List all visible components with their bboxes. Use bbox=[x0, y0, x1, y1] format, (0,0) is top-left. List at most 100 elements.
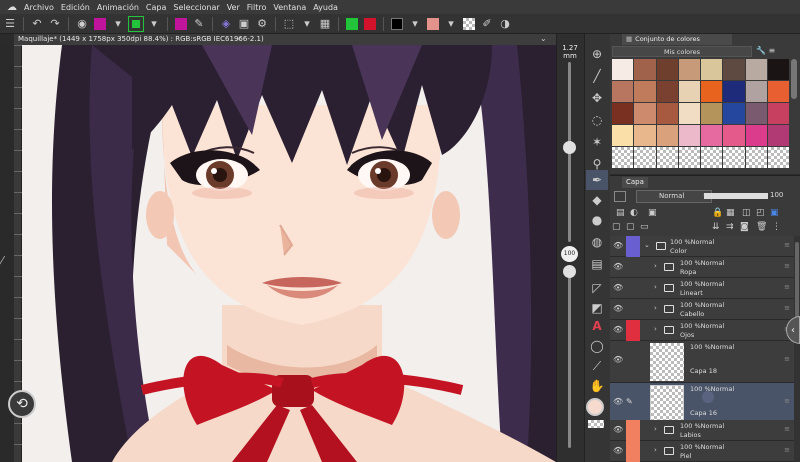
layer-row-piel[interactable]: 👁 › 100 %Normal Piel ≡ bbox=[610, 441, 794, 462]
visibility-eye-icon[interactable]: 👁 bbox=[613, 325, 623, 334]
transfer-icon[interactable]: ⇉ bbox=[726, 222, 734, 232]
drawing-canvas[interactable] bbox=[22, 45, 556, 462]
layer-scrollbar[interactable] bbox=[794, 236, 800, 462]
red-swatch-button[interactable] bbox=[362, 16, 378, 32]
color-settings-icon[interactable]: 🔧 bbox=[756, 46, 766, 55]
foreground-color-swatch[interactable] bbox=[586, 398, 604, 416]
color-swatch[interactable] bbox=[745, 103, 768, 125]
layer-tab[interactable]: Capa bbox=[622, 177, 648, 188]
green-swatch-button[interactable] bbox=[344, 16, 360, 32]
color-swatch[interactable] bbox=[678, 103, 701, 125]
menu-capa[interactable]: Capa bbox=[146, 3, 173, 12]
visibility-eye-icon[interactable]: 👁 bbox=[613, 355, 623, 364]
transform-icon[interactable]: ⬚ bbox=[281, 16, 297, 32]
layer-row-capa-16[interactable]: 👁 ✎ 100 %Normal Capa 16 ≡ bbox=[610, 383, 794, 425]
pen-tool-icon[interactable]: ✒ bbox=[586, 170, 608, 190]
draft-icon[interactable]: ◰ bbox=[756, 208, 765, 218]
color-swatch[interactable] bbox=[745, 147, 768, 169]
color-swatch[interactable] bbox=[767, 147, 790, 169]
dropdown-icon[interactable]: ▾ bbox=[443, 16, 459, 32]
reference-icon[interactable]: ◫ bbox=[742, 208, 751, 218]
color-set-dropdown[interactable]: Mis colores bbox=[612, 46, 752, 57]
merge-icon[interactable]: ⇊ bbox=[712, 222, 720, 232]
chevron-right-icon[interactable]: › bbox=[654, 425, 657, 433]
image-icon[interactable]: ▣ bbox=[236, 16, 252, 32]
color-swatch[interactable] bbox=[656, 125, 679, 147]
visibility-eye-icon[interactable]: 👁 bbox=[613, 241, 623, 250]
balloon-icon[interactable]: ◯ bbox=[586, 336, 608, 356]
new-vector-layer-icon[interactable]: ▢ bbox=[626, 222, 635, 232]
color-set-tab[interactable]: ▦ Conjunto de colores bbox=[622, 34, 732, 45]
color-swatch[interactable] bbox=[634, 81, 657, 103]
hand-icon[interactable]: ✋ bbox=[586, 376, 608, 396]
opacity-slider-thumb[interactable] bbox=[563, 265, 576, 278]
color-swatch[interactable] bbox=[634, 125, 657, 147]
menu-ayuda[interactable]: Ayuda bbox=[313, 3, 345, 12]
transparent-color-swatch[interactable] bbox=[588, 420, 604, 428]
color-swatch[interactable] bbox=[634, 147, 657, 169]
layer-property-icon[interactable]: ◈ bbox=[218, 16, 234, 32]
close-tab-icon[interactable]: × bbox=[236, 34, 242, 45]
layer-opacity-slider[interactable] bbox=[704, 193, 768, 199]
color-swatch[interactable] bbox=[678, 81, 701, 103]
menu-animacion[interactable]: Animación bbox=[97, 3, 146, 12]
color-swatch[interactable] bbox=[767, 59, 790, 81]
drag-handle-icon[interactable]: ≡ bbox=[784, 425, 790, 433]
color-swatch[interactable] bbox=[745, 59, 768, 81]
chevron-right-icon[interactable]: › bbox=[654, 325, 657, 333]
color-swatch[interactable] bbox=[767, 81, 790, 103]
layer-row-ropa[interactable]: 👁 › 100 %Normal Ropa ≡ bbox=[610, 257, 794, 278]
color-swatch[interactable] bbox=[723, 125, 746, 147]
color-swatch[interactable] bbox=[612, 59, 635, 81]
layer-opacity-value[interactable]: 100 bbox=[770, 191, 783, 199]
color-swatch[interactable] bbox=[767, 125, 790, 147]
zoom-icon[interactable]: ⊕ bbox=[586, 44, 608, 64]
chevron-right-icon[interactable]: › bbox=[654, 446, 657, 454]
color-swatch-button[interactable] bbox=[92, 16, 108, 32]
color-set-scrollbar[interactable] bbox=[791, 59, 797, 99]
drag-handle-icon[interactable]: ≡ bbox=[784, 446, 790, 454]
color-swatch[interactable] bbox=[656, 59, 679, 81]
eyedropper-icon[interactable]: ✐ bbox=[479, 16, 495, 32]
frame-icon[interactable]: ◸ bbox=[586, 278, 608, 298]
drag-handle-icon[interactable]: ≡ bbox=[784, 304, 790, 312]
layer-lock-icon[interactable]: ▣ bbox=[648, 208, 657, 218]
menu-ver[interactable]: Ver bbox=[227, 3, 247, 12]
move-icon[interactable]: ✥ bbox=[586, 88, 608, 108]
dropdown-icon[interactable]: ▾ bbox=[407, 16, 423, 32]
color-swatch[interactable] bbox=[701, 147, 724, 169]
color-swatch[interactable] bbox=[723, 147, 746, 169]
color-wheel-icon[interactable]: ◑ bbox=[497, 16, 513, 32]
color-swatch[interactable] bbox=[656, 147, 679, 169]
mask-icon[interactable]: ▦ bbox=[317, 16, 333, 32]
layer-row-capa-18[interactable]: 👁 100 %Normal Capa 18 ≡ bbox=[610, 341, 794, 383]
layer-color-swatch-icon[interactable]: ▣ bbox=[770, 208, 779, 218]
blend-mode-select[interactable]: Normal ▾ bbox=[636, 190, 712, 203]
layer-row-color[interactable]: 👁 ⌄ 100 %Normal Color ≡ bbox=[610, 236, 794, 257]
visibility-eye-icon[interactable]: 👁 bbox=[613, 446, 623, 455]
layer-row-ojos[interactable]: 👁 › 100 %Normal Ojos ≡ bbox=[610, 320, 794, 341]
color-swatch[interactable] bbox=[723, 59, 746, 81]
menu-filtro[interactable]: Filtro bbox=[247, 3, 274, 12]
layer-row-labios[interactable]: 👁 › 100 %Normal Labios ≡ bbox=[610, 420, 794, 441]
color-swatch[interactable] bbox=[701, 81, 724, 103]
new-folder-icon[interactable]: ▭ bbox=[640, 222, 649, 232]
visibility-eye-icon[interactable]: 👁 bbox=[613, 304, 623, 313]
pink-swatch-button[interactable] bbox=[425, 16, 441, 32]
layer-settings-icon[interactable]: ▤ bbox=[616, 208, 625, 218]
gradient-icon[interactable]: ▤ bbox=[586, 254, 608, 274]
color-swatch[interactable] bbox=[767, 103, 790, 125]
color-swatch[interactable] bbox=[701, 103, 724, 125]
settings-icon[interactable]: ⚙ bbox=[254, 16, 270, 32]
color-swatch[interactable] bbox=[656, 81, 679, 103]
dropdown-icon[interactable]: ▾ bbox=[110, 16, 126, 32]
figure-icon[interactable]: ◩ bbox=[586, 298, 608, 318]
line-icon[interactable]: ╱ bbox=[586, 66, 608, 86]
layer-row-lineart[interactable]: 👁 › 100 %Normal Lineart ≡ bbox=[610, 278, 794, 299]
chevron-right-icon[interactable]: › bbox=[654, 283, 657, 291]
color-swatch[interactable] bbox=[723, 81, 746, 103]
selection-color-button[interactable] bbox=[128, 15, 144, 32]
undo-icon[interactable]: ↶ bbox=[29, 16, 45, 32]
color-swatch[interactable] bbox=[612, 103, 635, 125]
delete-layer-icon[interactable]: 🗑 bbox=[756, 222, 767, 232]
